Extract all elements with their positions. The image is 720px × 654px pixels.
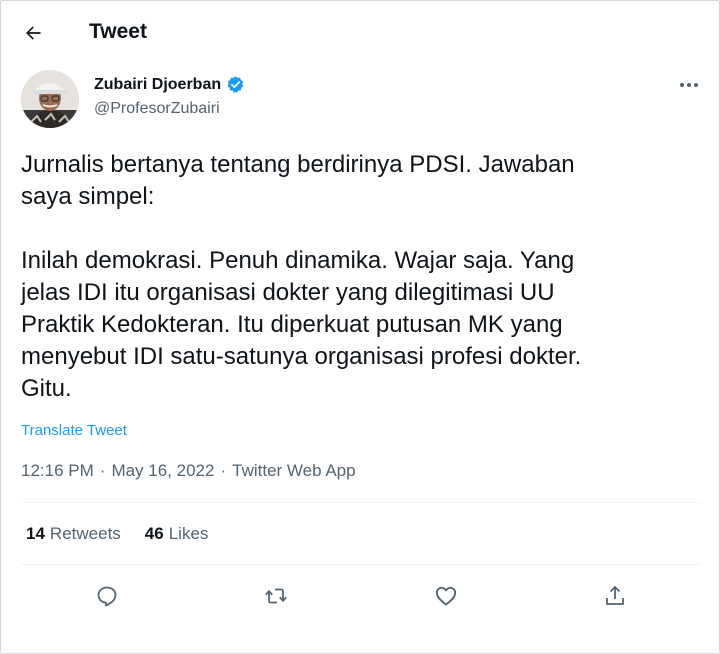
tweet-date[interactable]: May 16, 2022 — [111, 461, 214, 481]
tweet-line: menyebut IDI satu-satunya organisasi pro… — [21, 343, 582, 370]
like-icon — [435, 586, 457, 606]
tweet-source-app[interactable]: Twitter Web App — [232, 461, 355, 481]
reply-icon — [97, 586, 117, 607]
likes-label: Likes — [168, 524, 209, 543]
page-title: Tweet — [89, 20, 147, 43]
translate-tweet-link[interactable]: Translate Tweet — [21, 422, 127, 439]
more-options-button[interactable] — [673, 73, 705, 97]
tweet-meta: 12:16 PM · May 16, 2022 · Twitter Web Ap… — [21, 461, 356, 481]
share-button[interactable] — [598, 579, 632, 613]
likes-count: 46 — [144, 524, 164, 543]
tweet-line: Gitu. — [21, 375, 72, 402]
arrow-left-icon — [26, 26, 41, 40]
retweets-stat[interactable]: 14 Retweets — [26, 524, 121, 544]
like-button[interactable] — [429, 579, 463, 613]
retweets-label: Retweets — [49, 524, 121, 543]
tweet-panel: Tweet Zubairi Djoerban @ProfesorZubairi — [0, 0, 720, 654]
divider — [21, 502, 701, 503]
tweet-line: saya simpel: — [21, 183, 155, 210]
more-dots-icon — [680, 83, 698, 87]
tweet-line — [21, 213, 701, 245]
author-handle[interactable]: @ProfesorZubairi — [94, 100, 220, 118]
share-icon — [606, 585, 624, 605]
retweet-icon — [265, 588, 287, 604]
meta-separator: · — [99, 461, 106, 480]
verified-badge-icon — [227, 76, 244, 93]
retweets-count: 14 — [26, 524, 45, 543]
divider — [21, 564, 701, 565]
tweet-line: Inilah demokrasi. Penuh dinamika. Wajar … — [21, 247, 575, 274]
retweet-button[interactable] — [259, 579, 293, 613]
avatar[interactable] — [21, 70, 79, 128]
likes-stat[interactable]: 46 Likes — [145, 524, 209, 544]
tweet-line: Jurnalis bertanya tentang berdirinya PDS… — [21, 151, 575, 178]
tweet-time[interactable]: 12:16 PM — [21, 461, 94, 481]
back-button[interactable] — [15, 15, 51, 51]
author-name-text: Zubairi Djoerban — [94, 75, 222, 93]
header: Tweet — [1, 1, 720, 65]
tweet-line: Praktik Kedokteran. Itu diperkuat putusa… — [21, 311, 563, 338]
tweet-stats: 14 Retweets 46 Likes — [26, 524, 208, 544]
tweet-line: jelas IDI itu organisasi dokter yang dil… — [21, 279, 555, 306]
tweet-text: Jurnalis bertanya tentang berdirinya PDS… — [21, 149, 701, 405]
reply-button[interactable] — [90, 579, 124, 613]
author-name[interactable]: Zubairi Djoerban — [94, 75, 245, 94]
meta-separator: · — [220, 461, 227, 480]
